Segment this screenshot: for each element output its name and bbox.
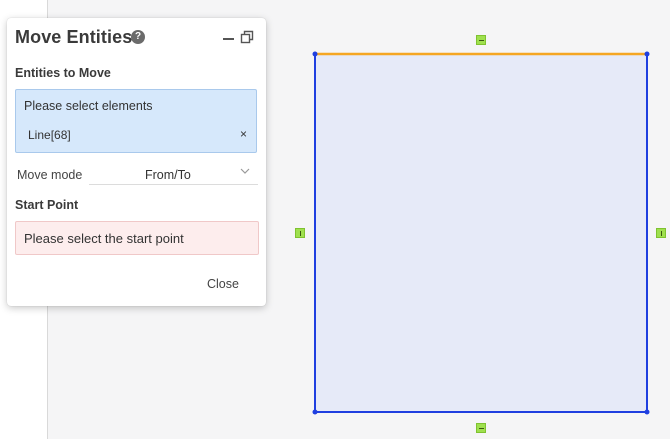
corner-point-bottom-right[interactable]: [644, 409, 650, 415]
entities-prompt: Please select elements: [24, 99, 153, 113]
corner-point-top-left[interactable]: [312, 51, 318, 57]
horizontal-constraint-icon[interactable]: [476, 423, 486, 433]
help-icon[interactable]: ?: [131, 30, 145, 44]
remove-entity-button[interactable]: ×: [240, 127, 247, 141]
vertical-constraint-icon[interactable]: [295, 228, 305, 238]
rectangle-shape[interactable]: [314, 53, 648, 413]
minimize-icon[interactable]: [223, 38, 234, 40]
start-point-prompt: Please select the start point: [24, 231, 184, 246]
start-point-selection-box[interactable]: Please select the start point: [15, 221, 259, 255]
app-window: Move Entities ? Entities to Move Please …: [0, 0, 670, 439]
move-entities-panel: Move Entities ? Entities to Move Please …: [7, 18, 266, 306]
move-mode-value: From/To: [145, 168, 191, 182]
entities-selection-box[interactable]: Please select elements Line[68] ×: [15, 89, 257, 153]
move-mode-dropdown[interactable]: From/To: [89, 163, 258, 185]
move-mode-label: Move mode: [17, 168, 83, 182]
chevron-down-icon: [240, 168, 250, 174]
panel-title: Move Entities: [15, 27, 133, 47]
vertical-constraint-icon[interactable]: [656, 228, 666, 238]
corner-point-bottom-left[interactable]: [312, 409, 318, 415]
restore-window-icon[interactable]: [240, 30, 254, 44]
selected-entity-item[interactable]: Line[68]: [28, 128, 71, 142]
horizontal-constraint-icon[interactable]: [476, 35, 486, 45]
entities-to-move-label: Entities to Move: [15, 66, 111, 80]
close-button[interactable]: Close: [207, 277, 239, 291]
start-point-label: Start Point: [15, 198, 79, 212]
corner-point-top-right[interactable]: [644, 51, 650, 57]
